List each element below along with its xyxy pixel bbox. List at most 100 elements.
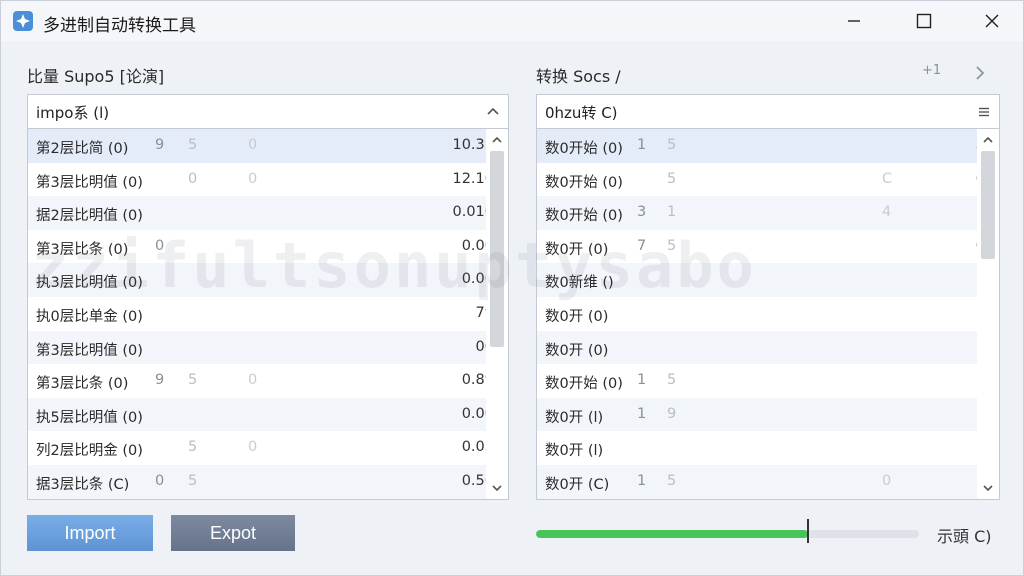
maximize-button[interactable] xyxy=(901,1,947,41)
list-item-name: 数0开 (l) xyxy=(545,409,604,426)
list-item-digit-1: 1 xyxy=(637,372,647,389)
list-item-digit-1: 3 xyxy=(637,204,647,221)
list-item-digit-2: 5 xyxy=(667,137,677,153)
list-item-digit-2: 5 xyxy=(667,170,677,187)
list-item-digit-1: 1 xyxy=(637,405,647,422)
list-item-name: 数0开始 (0) xyxy=(545,208,623,225)
list-item-digit-1: 9 xyxy=(155,372,165,389)
export-button[interactable]: Expot xyxy=(171,515,295,551)
list-item-name: 数0开 (C) xyxy=(545,476,610,493)
app-window: 多进制自动转换工具 比量 Supo5 [论演] impo系 (l) 第2层比简 … xyxy=(0,0,1024,576)
chevron-right-icon xyxy=(976,66,985,80)
list-item[interactable]: 数0开始 (0)155 xyxy=(537,129,999,163)
left-scroll-down-button[interactable] xyxy=(486,477,508,499)
list-item-digit-3: 0 xyxy=(248,137,258,153)
left-list: 第2层比简 (0) 9 5 0 10.31 第3层比明值 (0) 0 0 12.10 据2层比明值… xyxy=(28,129,508,499)
chevron-up-icon xyxy=(983,136,993,143)
list-item-digit-2: 5 xyxy=(667,237,677,254)
list-item-digit-2: 5 xyxy=(667,472,677,489)
list-item[interactable]: 执3层比明值 (0) 0.00 xyxy=(28,263,508,297)
chevron-up-icon xyxy=(492,136,502,143)
list-item-name: 据3层比条 (C) xyxy=(36,476,130,493)
left-pane-label: 比量 Supo5 [论演] xyxy=(27,67,165,86)
list-item-digit-2: 1 xyxy=(667,204,677,221)
list-item[interactable]: 第3层比条 (0) 9 5 0 0.89 xyxy=(28,364,508,398)
list-item[interactable]: 第3层比明值 (0) 00 xyxy=(28,330,508,365)
list-item-name: 列2层比明金 (0) xyxy=(36,443,143,460)
list-item[interactable]: 第3层比明值 (0) 0 0 12.10 xyxy=(28,163,508,197)
list-item[interactable]: 数0开 (l) xyxy=(537,431,999,465)
list-item[interactable]: 据2层比明值 (0) 0.010 xyxy=(28,196,508,230)
list-item[interactable]: 第3层比条 (0) 0 0.00 xyxy=(28,230,508,264)
list-item-digit-2: 5 xyxy=(188,372,198,389)
close-button[interactable] xyxy=(969,1,1015,41)
right-list-header-text: 0hzu转 C) xyxy=(545,104,618,122)
left-list-header: impo系 (l) xyxy=(28,95,508,129)
list-item[interactable]: 数0开 (l) 1 9 xyxy=(537,397,999,432)
list-item[interactable]: 数0开始 (0)3141 xyxy=(537,196,999,230)
list-item-name: 执0层比单金 (0) xyxy=(36,308,143,325)
left-sort-button[interactable] xyxy=(478,95,508,128)
list-item-digit-1: 1 xyxy=(637,472,647,489)
close-icon xyxy=(985,14,999,28)
right-scroll-down-button[interactable] xyxy=(977,477,999,499)
right-scroll-thumb[interactable] xyxy=(981,151,995,259)
maximize-icon xyxy=(916,13,932,29)
list-item[interactable]: 数0开始 (0)5C0 xyxy=(537,163,999,197)
list-item-name: 数0开 (0) xyxy=(545,308,609,325)
hamburger-icon xyxy=(979,107,989,116)
list-item-name: 第2层比简 (0) xyxy=(36,141,129,157)
list-item-digit-1: 9 xyxy=(155,137,165,153)
list-item-digit-2: 9 xyxy=(667,405,677,422)
right-scrollbar[interactable] xyxy=(977,129,999,499)
list-item[interactable]: 执0层比单金 (0) 79 xyxy=(28,297,508,331)
right-menu-button[interactable] xyxy=(969,95,999,128)
right-list-panel: 0hzu转 C) 数0开始 (0) 1 5 5 数0开始 (0) 5 C 0 数0开始 (0) 3… xyxy=(536,94,1000,500)
progress-bar xyxy=(536,530,919,538)
minimize-button[interactable] xyxy=(831,1,877,41)
window-title: 多进制自动转换工具 xyxy=(43,16,196,36)
chevron-down-icon xyxy=(983,485,993,492)
right-scroll-up-button[interactable] xyxy=(977,129,999,151)
left-scroll-up-button[interactable] xyxy=(486,129,508,151)
list-item-digit-3: 0 xyxy=(882,472,892,489)
list-item-name: 执5层比明值 (0) xyxy=(36,409,143,426)
app-logo-icon xyxy=(13,11,33,31)
next-button[interactable] xyxy=(973,65,987,85)
chevron-up-icon xyxy=(487,107,499,115)
progress-marker[interactable] xyxy=(807,519,809,543)
list-item-name: 数0开始 (0) xyxy=(545,141,623,157)
list-item[interactable]: 第2层比简 (0) 9 5 0 10.31 xyxy=(28,129,508,163)
list-item-name: 第3层比明值 (0) xyxy=(36,174,143,191)
list-item-name: 数0开 (0) xyxy=(545,241,609,258)
left-scroll-thumb[interactable] xyxy=(490,151,504,347)
list-item-digit-2: 0 xyxy=(188,170,198,187)
list-item[interactable]: 数0新维 () xyxy=(537,263,999,297)
list-item[interactable]: 数0开 (0) xyxy=(537,330,999,365)
increment-button[interactable]: +1 xyxy=(922,63,941,78)
list-item[interactable]: 数0开 (0) xyxy=(537,297,999,331)
chevron-down-icon xyxy=(492,485,502,492)
list-item-digit-1: 0 xyxy=(155,472,165,489)
minimize-icon xyxy=(848,20,860,22)
left-list-header-text: impo系 (l) xyxy=(36,104,110,122)
progress-fill xyxy=(536,530,808,538)
progress-status-text: 示頭 C) xyxy=(937,527,992,546)
list-item[interactable]: 数0开始 (0) 1 5 xyxy=(537,364,999,398)
title-bar: 多进制自动转换工具 xyxy=(1,1,1023,41)
list-item-name: 第3层比条 (0) xyxy=(36,376,129,393)
list-item[interactable]: 数0开 (C) 1 5 0 xyxy=(537,464,999,499)
list-item-digit-1: 7 xyxy=(637,237,647,254)
list-item-digit-3: 0 xyxy=(248,439,258,456)
left-scrollbar[interactable] xyxy=(486,129,508,499)
list-item-digit-3: C xyxy=(882,170,893,187)
list-item[interactable]: 执5层比明值 (0) 0.00 xyxy=(28,397,508,432)
list-item-name: 数0开 (l) xyxy=(545,443,604,460)
import-button[interactable]: Import xyxy=(27,515,153,551)
list-item-name: 第3层比明值 (0) xyxy=(36,342,143,359)
list-item[interactable]: 据3层比条 (C) 0 5 0.56 xyxy=(28,464,508,499)
list-item-name: 据2层比明值 (0) xyxy=(36,208,143,225)
list-item[interactable]: 列2层比明金 (0) 5 0 0.05 xyxy=(28,431,508,465)
list-item[interactable]: 数0开 (0)750 xyxy=(537,230,999,264)
list-item-digit-1: 1 xyxy=(637,137,647,153)
